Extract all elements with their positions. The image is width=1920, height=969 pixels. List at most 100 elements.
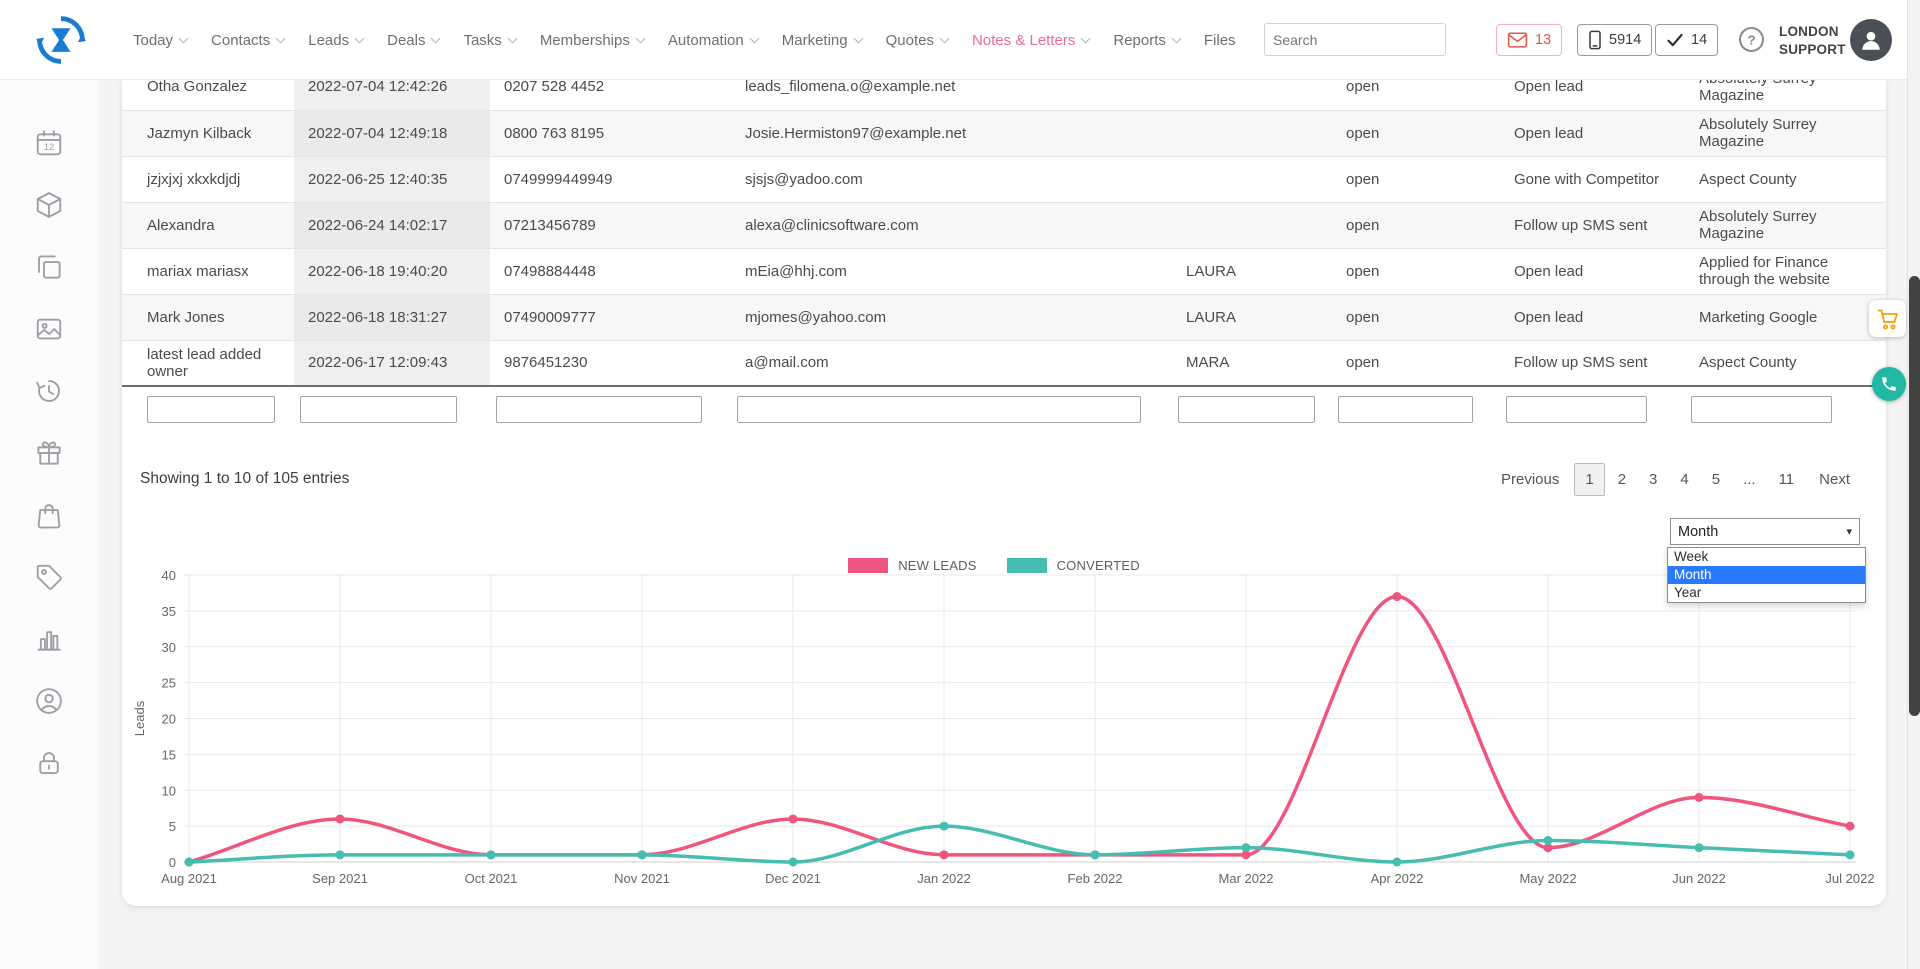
chart-section: Month ▾ WeekMonthYear NEW LEADS CONVERTE… [122, 510, 1886, 906]
pagination-next[interactable]: Next [1807, 464, 1862, 495]
nav-item-memberships[interactable]: Memberships [540, 32, 644, 49]
nav-item-deals[interactable]: Deals [387, 32, 439, 49]
period-option-year[interactable]: Year [1668, 584, 1865, 602]
cart-button[interactable] [1869, 300, 1906, 337]
chevron-down-icon [853, 33, 863, 43]
table-row[interactable]: latest lead added owner2022-06-17 12:09:… [122, 340, 1886, 386]
phone-icon [1880, 375, 1898, 393]
table-row[interactable]: Jazmyn Kilback2022-07-04 12:49:180800 76… [122, 110, 1886, 156]
filter-input-source[interactable] [1691, 396, 1832, 423]
nav-item-label: Leads [308, 32, 349, 49]
email-badge[interactable]: 13 [1496, 24, 1562, 56]
svg-text:Jun 2022: Jun 2022 [1672, 871, 1726, 886]
table-row[interactable]: Alexandra2022-06-24 14:02:1707213456789a… [122, 202, 1886, 248]
table-row[interactable]: jzjxjxj xkxkdjdj2022-06-25 12:40:3507499… [122, 156, 1886, 202]
leads-table-wrap: Otha Gonzalez2022-07-04 12:42:260207 528… [122, 80, 1886, 448]
cell-date: 2022-06-18 19:40:20 [294, 248, 490, 294]
calendar-icon[interactable]: 12 [34, 128, 64, 158]
cell-name: Otha Gonzalez [122, 80, 294, 110]
filter-input-owner[interactable] [1178, 396, 1315, 423]
filter-input-status[interactable] [1338, 396, 1473, 423]
cell-lead_status: Open lead [1500, 110, 1685, 156]
svg-text:0: 0 [169, 855, 176, 870]
scrollbar-thumb[interactable] [1909, 276, 1920, 716]
pagination-page-4[interactable]: 4 [1670, 464, 1698, 495]
filter-input-name[interactable] [147, 396, 275, 423]
nav-item-reports[interactable]: Reports [1113, 32, 1180, 49]
scrollbar[interactable] [1907, 0, 1920, 969]
svg-text:10: 10 [162, 783, 176, 798]
table-row[interactable]: mariax mariasx2022-06-18 19:40:200749888… [122, 248, 1886, 294]
cell-lead_status: Follow up SMS sent [1500, 202, 1685, 248]
help-icon[interactable]: ? [1737, 25, 1766, 54]
image-icon[interactable] [34, 314, 64, 344]
filter-input-lead_status[interactable] [1506, 396, 1647, 423]
history-icon[interactable] [34, 376, 64, 406]
app-logo[interactable] [34, 13, 88, 67]
cell-source: Aspect County [1685, 156, 1886, 202]
pagination-page-11[interactable]: 11 [1769, 464, 1805, 495]
nav-item-label: Tasks [463, 32, 501, 49]
cell-source: Applied for Finance through the website [1685, 248, 1886, 294]
svg-text:40: 40 [162, 568, 176, 583]
cell-phone: 07490009777 [490, 294, 731, 340]
phone-button[interactable] [1872, 367, 1906, 401]
support-icon[interactable] [34, 686, 64, 716]
cell-owner [1172, 156, 1332, 202]
hourglass-logo-icon [34, 13, 88, 67]
user-icon [1858, 27, 1884, 53]
avatar[interactable] [1850, 19, 1892, 61]
lock-icon[interactable] [34, 748, 64, 778]
cell-lead_status: Follow up SMS sent [1500, 340, 1685, 386]
nav-item-leads[interactable]: Leads [308, 32, 363, 49]
chevron-down-icon [635, 33, 645, 43]
nav-item-automation[interactable]: Automation [668, 32, 758, 49]
cell-phone: 0207 528 4452 [490, 80, 731, 110]
check-icon [1666, 32, 1684, 48]
top-nav: Today Contacts Leads Deals Tasks Memberships A… [0, 0, 1920, 80]
pagination-page-3[interactable]: 3 [1639, 464, 1667, 495]
nav-item-marketing[interactable]: Marketing [782, 32, 862, 49]
main-menu: Today Contacts Leads Deals Tasks Memberships A… [133, 0, 1236, 80]
envelope-icon [1507, 32, 1528, 49]
nav-item-contacts[interactable]: Contacts [211, 32, 284, 49]
svg-text:25: 25 [162, 676, 176, 691]
gift-icon[interactable] [34, 438, 64, 468]
nav-item-quotes[interactable]: Quotes [886, 32, 948, 49]
pagination-previous[interactable]: Previous [1489, 464, 1571, 495]
period-option-week[interactable]: Week [1668, 548, 1865, 566]
nav-item-files[interactable]: Files [1204, 32, 1236, 49]
period-select[interactable]: Month ▾ [1670, 518, 1860, 545]
period-option-month[interactable]: Month [1668, 566, 1865, 584]
shopping-bag-icon[interactable] [34, 500, 64, 530]
tag-icon[interactable] [34, 562, 64, 592]
filter-input-date[interactable] [300, 396, 457, 423]
cell-date: 2022-07-04 12:42:26 [294, 80, 490, 110]
nav-item-today[interactable]: Today [133, 32, 187, 49]
search-input[interactable] [1265, 32, 1462, 48]
phone-badge[interactable]: 5914 [1577, 24, 1652, 56]
pagination-page-1[interactable]: 1 [1574, 463, 1604, 496]
cell-phone: 0749999449949 [490, 156, 731, 202]
nav-item-tasks[interactable]: Tasks [463, 32, 515, 49]
bar-chart-icon[interactable] [34, 624, 64, 654]
nav-item-notes-letters[interactable]: Notes & Letters [972, 32, 1089, 49]
package-icon[interactable] [34, 190, 64, 220]
svg-text:5: 5 [169, 819, 176, 834]
cell-phone: 07213456789 [490, 202, 731, 248]
table-footer: Showing 1 to 10 of 105 entries Previous1… [122, 448, 1886, 510]
cell-source: Absolutely Surrey Magazine [1685, 202, 1886, 248]
search-box[interactable] [1264, 23, 1446, 56]
filter-input-phone[interactable] [496, 396, 702, 423]
table-row[interactable]: Otha Gonzalez2022-07-04 12:42:260207 528… [122, 80, 1886, 110]
pagination-page-2[interactable]: 2 [1608, 464, 1636, 495]
period-dropdown: WeekMonthYear [1667, 547, 1866, 603]
cell-email: mEia@hhj.com [731, 248, 1172, 294]
chevron-down-icon: ▾ [1846, 525, 1852, 538]
pagination-page-5[interactable]: 5 [1702, 464, 1730, 495]
filter-input-email[interactable] [737, 396, 1141, 423]
pagination-ellipsis[interactable]: ... [1733, 464, 1766, 495]
table-row[interactable]: Mark Jones2022-06-18 18:31:2707490009777… [122, 294, 1886, 340]
copy-icon[interactable] [34, 252, 64, 282]
tasks-badge[interactable]: 14 [1655, 24, 1718, 56]
